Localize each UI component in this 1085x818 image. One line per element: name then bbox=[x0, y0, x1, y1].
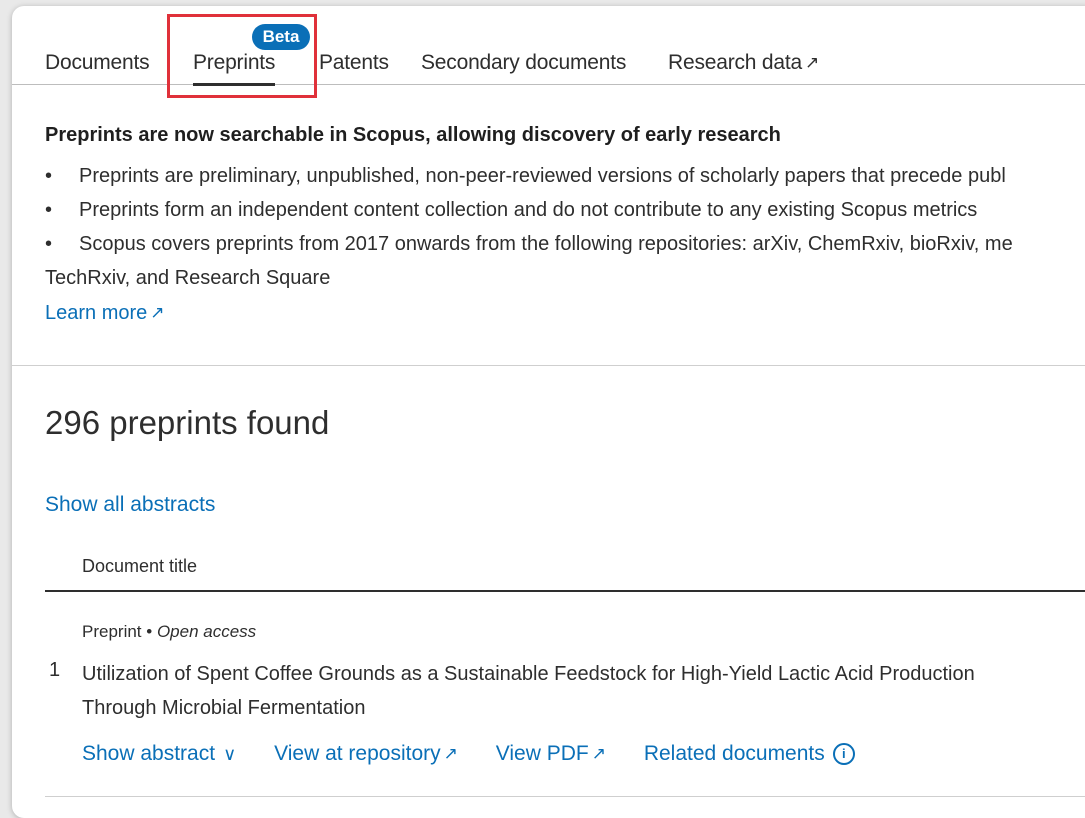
document-title-link[interactable]: Utilization of Spent Coffee Grounds as a… bbox=[82, 657, 982, 725]
info-bullet: • Scopus covers preprints from 2017 onwar… bbox=[45, 227, 1085, 261]
bullet-dot: • bbox=[45, 199, 53, 221]
row-number: 1 bbox=[49, 659, 61, 681]
row-actions: Show abstract ∨ View at repository ↗ View … bbox=[82, 742, 887, 766]
tab-patents[interactable]: Patents bbox=[319, 51, 389, 75]
view-at-repository-link[interactable]: View at repository ↗ bbox=[274, 742, 458, 766]
column-header-document-title[interactable]: Document title bbox=[82, 556, 197, 577]
info-bullet-text: Scopus covers preprints from 2017 onward… bbox=[79, 233, 1013, 255]
bullet-dot: • bbox=[45, 165, 53, 187]
learn-more-link[interactable]: Learn more ↗ bbox=[45, 295, 1085, 331]
open-access-label: Open access bbox=[156, 622, 257, 641]
info-list: • Preprints are preliminary, unpublished,… bbox=[45, 159, 1085, 295]
learn-more-label: Learn more bbox=[45, 302, 148, 324]
tab-preprints[interactable]: Preprints bbox=[193, 51, 276, 86]
view-pdf-label: View PDF bbox=[495, 742, 589, 765]
external-link-icon: ↗ bbox=[804, 53, 820, 72]
row-meta: Preprint • Open access bbox=[82, 622, 256, 642]
meta-separator: • bbox=[146, 622, 153, 641]
tab-documents[interactable]: Documents bbox=[45, 51, 150, 75]
table-row: Preprint • Open access 1 Utilization of … bbox=[45, 592, 1085, 797]
section-divider bbox=[12, 365, 1085, 366]
bullet-dot: • bbox=[45, 233, 53, 255]
info-title: Preprints are now searchable in Scopus, … bbox=[45, 124, 781, 146]
show-all-abstracts-link[interactable]: Show all abstracts bbox=[45, 493, 215, 517]
tab-research-data[interactable]: Research data ↗ bbox=[668, 51, 819, 75]
info-bullet: • Preprints are preliminary, unpublished,… bbox=[45, 159, 1085, 193]
results-card: Documents Preprints Beta Patents Seconda… bbox=[12, 6, 1085, 818]
tab-bar: Documents Preprints Beta Patents Seconda… bbox=[12, 6, 1085, 86]
tab-secondary-documents[interactable]: Secondary documents bbox=[421, 51, 626, 75]
related-documents-label: Related documents bbox=[643, 742, 825, 765]
show-abstract-button[interactable]: Show abstract ∨ bbox=[82, 742, 236, 766]
show-abstract-label: Show abstract bbox=[82, 742, 216, 765]
info-icon[interactable]: i bbox=[832, 743, 855, 765]
external-link-icon: ↗ bbox=[150, 303, 165, 322]
related-documents-link[interactable]: Related documents i bbox=[644, 742, 855, 766]
view-pdf-link[interactable]: View PDF ↗ bbox=[496, 742, 606, 766]
view-at-repository-label: View at repository bbox=[274, 742, 441, 765]
chevron-down-icon: ∨ bbox=[223, 744, 237, 764]
beta-badge: Beta bbox=[252, 24, 310, 50]
tab-research-data-label: Research data bbox=[668, 51, 802, 74]
document-type: Preprint bbox=[82, 622, 142, 641]
info-bullet-continuation: TechRxiv, and Research Square bbox=[45, 267, 331, 289]
results-count-heading: 296 preprints found bbox=[45, 404, 330, 441]
info-bullet: • Preprints form an independent content c… bbox=[45, 193, 1085, 227]
external-link-icon: ↗ bbox=[443, 744, 458, 763]
info-bullet-text: Preprints form an independent content co… bbox=[79, 199, 978, 221]
external-link-icon: ↗ bbox=[591, 744, 606, 763]
preprints-info-panel: Preprints are now searchable in Scopus, … bbox=[45, 124, 1085, 331]
info-bullet-text: Preprints are preliminary, unpublished, … bbox=[79, 165, 1006, 187]
